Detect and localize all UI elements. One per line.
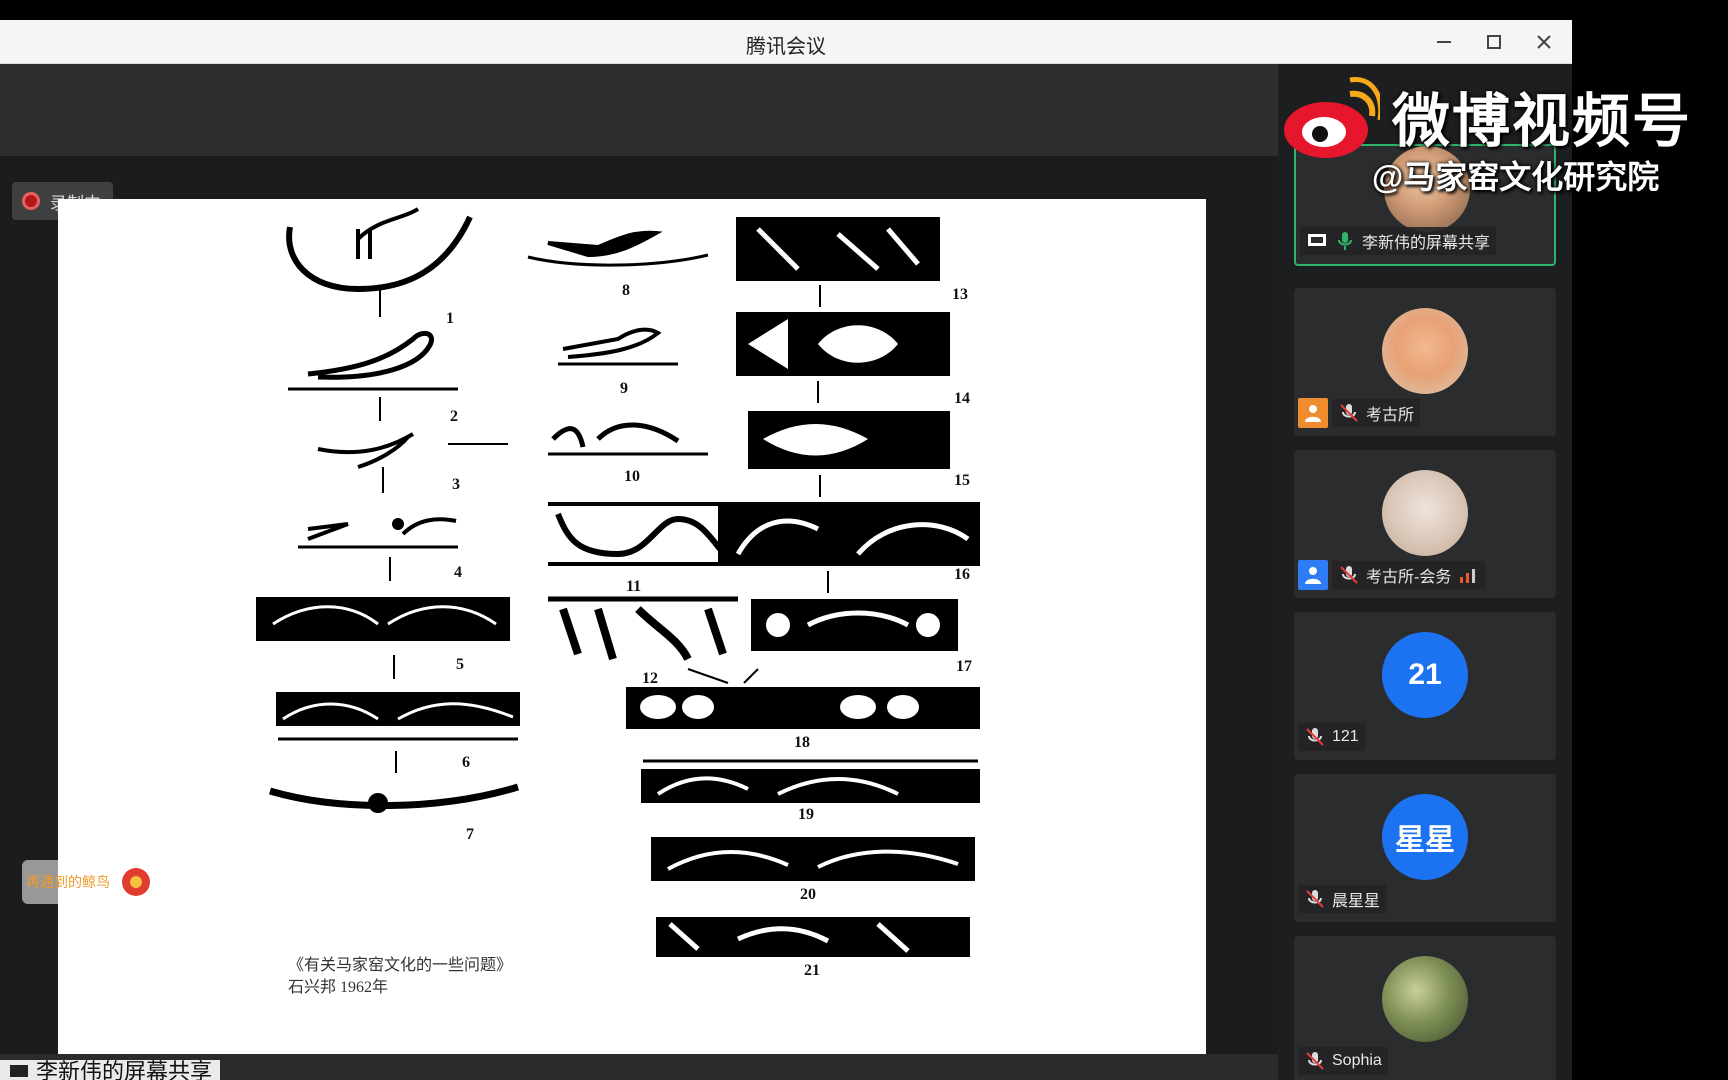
participant-name-row: 考古所-会务 <box>1298 560 1486 590</box>
slide-caption: 《有关马家窑文化的一些问题》 石兴邦 1962年 <box>288 955 512 999</box>
figure-label: 6 <box>462 754 470 771</box>
participant-avatar <box>1382 470 1468 556</box>
figure-label: 9 <box>620 380 628 397</box>
participant-name-chip: 晨星星 <box>1298 885 1387 913</box>
window-title: 腾讯会议 <box>746 36 826 58</box>
participant-role-badge <box>1298 560 1328 590</box>
close-button[interactable] <box>1524 26 1564 58</box>
screen-share-label-text: 李新伟的屏幕共享 <box>36 1059 213 1080</box>
participant-panel: 李新伟的屏幕共享 考古所 考古所-会务 21 121 星星 晨星星 Sophia <box>1278 64 1572 1080</box>
figure-label: 18 <box>794 734 810 751</box>
microphone-muted-icon <box>1340 404 1358 422</box>
figure-label: 16 <box>954 566 970 583</box>
figure-label: 11 <box>626 578 641 595</box>
figure-label: 20 <box>800 886 816 903</box>
participant-name: 考古所-会务 <box>1366 569 1452 586</box>
figure-label: 5 <box>456 656 464 673</box>
figure-label: 17 <box>956 658 972 675</box>
floating-badge-label: 再遇到的鲸鸟 <box>26 874 110 890</box>
participant-name-row: 121 <box>1298 722 1365 752</box>
person-icon <box>1305 405 1321 422</box>
figure-label: 7 <box>466 826 474 843</box>
participant-name-chip: 李新伟的屏幕共享 <box>1300 227 1497 255</box>
participant-avatar <box>1382 956 1468 1042</box>
screen-share-label: 李新伟的屏幕共享 <box>0 1059 221 1080</box>
microphone-muted-icon <box>1306 1052 1324 1070</box>
watermark-subtitle: @马家窑文化研究院 <box>1372 159 1660 195</box>
participant-name: 晨星星 <box>1332 893 1381 910</box>
participant-name-chip: 121 <box>1298 723 1365 751</box>
participant-name-row: 晨星星 <box>1298 884 1387 914</box>
figure-label: 2 <box>450 408 458 425</box>
participant-name-row: 李新伟的屏幕共享 <box>1300 226 1497 256</box>
figure-label: 14 <box>954 390 970 407</box>
maximize-button[interactable] <box>1474 26 1514 58</box>
figure-label: 19 <box>798 806 814 823</box>
participant-avatar: 星星 <box>1382 794 1468 880</box>
flower-icon <box>122 868 150 896</box>
participant-tile[interactable]: Sophia <box>1294 936 1556 1080</box>
participant-tile[interactable]: 21 121 <box>1294 612 1556 760</box>
presentation-slide: 1 2 3 4 5 6 7 8 9 10 11 12 13 14 15 16 1 <box>58 199 1206 1059</box>
participant-name-chip: 考古所-会务 <box>1332 561 1486 589</box>
stage-top-band <box>0 64 1278 156</box>
record-dot-icon <box>22 192 40 210</box>
figure-label: 4 <box>454 564 462 581</box>
weibo-logo-icon <box>1284 77 1380 158</box>
figure-label: 8 <box>622 282 630 299</box>
figure-label: 15 <box>954 472 970 489</box>
figure-label: 10 <box>624 468 640 485</box>
top-letterbox <box>0 0 1728 20</box>
participant-name-row: 考古所 <box>1298 398 1421 428</box>
participant-name-chip: Sophia <box>1298 1047 1388 1075</box>
caption-title: 《有关马家窑文化的一些问题》 <box>288 957 513 974</box>
participant-avatar <box>1382 308 1468 394</box>
figure-label: 21 <box>804 962 820 979</box>
weibo-watermark: 微博视频号 @马家窑文化研究院 <box>1280 70 1720 195</box>
watermark-title: 微博视频号 <box>1392 89 1693 154</box>
maximize-icon <box>1487 35 1501 49</box>
minimize-button[interactable] <box>1424 26 1464 58</box>
participant-tile[interactable]: 考古所-会务 <box>1294 450 1556 598</box>
screen-share-icon <box>1308 234 1326 246</box>
figure-label: 3 <box>452 476 460 493</box>
participant-name-chip: 考古所 <box>1332 399 1421 427</box>
microphone-muted-icon <box>1340 566 1358 584</box>
participant-name-row: Sophia <box>1298 1046 1388 1076</box>
title-bar: 腾讯会议 <box>0 20 1572 64</box>
participant-name: 李新伟的屏幕共享 <box>1362 235 1491 252</box>
participant-tile[interactable]: 星星 晨星星 <box>1294 774 1556 922</box>
floating-user-badge[interactable]: 再遇到的鲸鸟 <box>22 860 182 904</box>
pottery-pattern-figure: 1 2 3 4 5 6 7 8 9 10 11 12 13 14 15 16 1 <box>256 207 980 979</box>
figure-label: 13 <box>952 286 968 303</box>
close-icon <box>1537 35 1551 49</box>
microphone-on-icon <box>1338 232 1352 250</box>
participant-tile[interactable]: 考古所 <box>1294 288 1556 436</box>
figure-label: 1 <box>446 310 454 327</box>
microphone-muted-icon <box>1306 728 1324 746</box>
screen-share-icon <box>10 1065 28 1077</box>
participant-name: 121 <box>1332 728 1359 745</box>
figure-label: 12 <box>642 670 658 687</box>
microphone-muted-icon <box>1306 890 1324 908</box>
minimize-icon <box>1437 41 1451 43</box>
participant-avatar: 21 <box>1382 632 1468 718</box>
signal-strength-icon <box>1460 569 1476 583</box>
shared-screen-area: 录制中 <box>0 64 1278 1080</box>
participant-role-badge <box>1298 398 1328 428</box>
caption-author: 石兴邦 1962年 <box>288 979 389 996</box>
participant-name: Sophia <box>1332 1052 1382 1069</box>
person-icon <box>1305 567 1321 584</box>
participant-name: 考古所 <box>1366 407 1415 424</box>
